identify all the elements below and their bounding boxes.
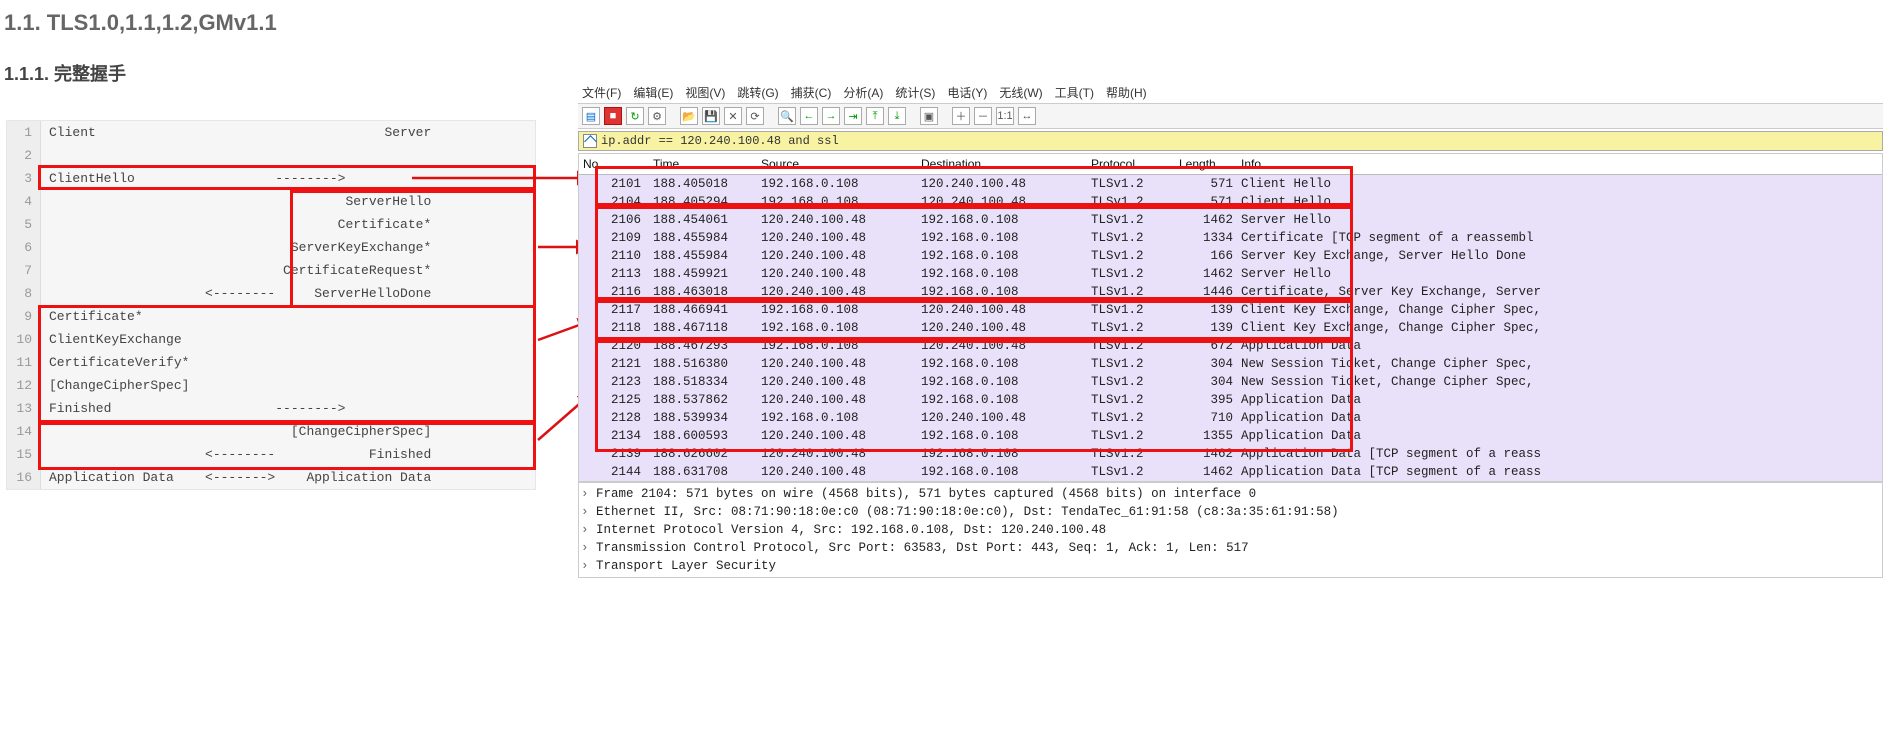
menu-item[interactable]: 视图(V) [685, 86, 725, 100]
toolbar-btn-first-icon[interactable]: ⤒ [866, 107, 884, 125]
code-line: 2 [7, 144, 535, 167]
detail-tree-row[interactable]: Transmission Control Protocol, Src Port:… [579, 539, 1882, 557]
display-filter-input[interactable]: ip.addr == 120.240.100.48 and ssl [601, 134, 839, 148]
code-line: 11CertificateVerify* [7, 351, 535, 374]
packet-row[interactable]: 2123188.518334120.240.100.48192.168.0.10… [579, 373, 1882, 391]
wireshark-menubar[interactable]: 文件(F) 编辑(E) 视图(V) 跳转(G) 捕获(C) 分析(A) 统计(S) 电话(Y)… [578, 82, 1883, 103]
handshake-code-block: 1Client Server23ClientHello -------->4 S… [6, 120, 536, 490]
packet-row[interactable]: 2134188.600593120.240.100.48192.168.0.10… [579, 427, 1882, 445]
code-line: 14 [ChangeCipherSpec] [7, 420, 535, 443]
packet-row[interactable]: 2139188.626602120.240.100.48192.168.0.10… [579, 445, 1882, 463]
code-line: 7 CertificateRequest* [7, 259, 535, 282]
toolbar-btn-fwd-icon[interactable]: → [822, 107, 840, 125]
toolbar-btn-open-icon[interactable]: 📂 [680, 107, 698, 125]
bookmark-icon[interactable] [583, 134, 597, 148]
detail-tree-row[interactable]: Ethernet II, Src: 08:71:90:18:0e:c0 (08:… [579, 503, 1882, 521]
code-line: 1Client Server [7, 121, 535, 144]
packet-row[interactable]: 2128188.539934192.168.0.108120.240.100.4… [579, 409, 1882, 427]
code-line: 12[ChangeCipherSpec] [7, 374, 535, 397]
heading-1: 1.1. TLS1.0,1.1,1.2,GMv1.1 [4, 10, 1890, 36]
packet-row[interactable]: 2113188.459921120.240.100.48192.168.0.10… [579, 265, 1882, 283]
code-line: 9Certificate* [7, 305, 535, 328]
menu-item[interactable]: 电话(Y) [947, 86, 987, 100]
code-line: 10ClientKeyExchange [7, 328, 535, 351]
code-line: 8 <-------- ServerHelloDone [7, 282, 535, 305]
toolbar-btn-list-icon[interactable]: ▤ [582, 107, 600, 125]
packet-row[interactable]: 2125188.537862120.240.100.48192.168.0.10… [579, 391, 1882, 409]
detail-tree-row[interactable]: Transport Layer Security [579, 557, 1882, 575]
menu-item[interactable]: 工具(T) [1055, 86, 1094, 100]
toolbar-btn-stop-icon[interactable]: ■ [604, 107, 622, 125]
code-line: 16Application Data <-------> Application… [7, 466, 535, 489]
toolbar-btn-zoomin-icon[interactable]: ＋ [952, 107, 970, 125]
detail-tree-row[interactable]: Internet Protocol Version 4, Src: 192.16… [579, 521, 1882, 539]
packet-row[interactable]: 2118188.467118192.168.0.108120.240.100.4… [579, 319, 1882, 337]
packet-row[interactable]: 2121188.516380120.240.100.48192.168.0.10… [579, 355, 1882, 373]
code-line: 4 ServerHello [7, 190, 535, 213]
display-filter-bar[interactable]: ip.addr == 120.240.100.48 and ssl [578, 131, 1883, 151]
packet-list-pane[interactable]: No. Time Source Destination Protocol Len… [578, 153, 1883, 482]
packet-row[interactable]: 2116188.463018120.240.100.48192.168.0.10… [579, 283, 1882, 301]
toolbar-btn-save-icon[interactable]: 💾 [702, 107, 720, 125]
packet-row[interactable]: 2120188.467293192.168.0.108120.240.100.4… [579, 337, 1882, 355]
menu-item[interactable]: 帮助(H) [1106, 86, 1147, 100]
menu-item[interactable]: 无线(W) [999, 86, 1042, 100]
menu-item[interactable]: 分析(A) [843, 86, 883, 100]
packet-row[interactable]: 2106188.454061120.240.100.48192.168.0.10… [579, 211, 1882, 229]
toolbar-btn-reload-icon[interactable]: ⟳ [746, 107, 764, 125]
menu-item[interactable]: 编辑(E) [633, 86, 673, 100]
toolbar-btn-zoomreset-icon[interactable]: 1:1 [996, 107, 1014, 125]
packet-row[interactable]: 2117188.466941192.168.0.108120.240.100.4… [579, 301, 1882, 319]
menu-item[interactable]: 文件(F) [582, 86, 621, 100]
menu-item[interactable]: 捕获(C) [791, 86, 832, 100]
toolbar-btn-find-icon[interactable]: 🔍 [778, 107, 796, 125]
code-line: 15 <-------- Finished [7, 443, 535, 466]
packet-row[interactable]: 2104188.405294192.168.0.108120.240.100.4… [579, 193, 1882, 211]
code-line: 13Finished --------> [7, 397, 535, 420]
toolbar-btn-zoomout-icon[interactable]: － [974, 107, 992, 125]
packet-details-pane[interactable]: Frame 2104: 571 bytes on wire (4568 bits… [578, 482, 1883, 578]
wireshark-window: 文件(F) 编辑(E) 视图(V) 跳转(G) 捕获(C) 分析(A) 统计(S) 电话(Y)… [578, 82, 1883, 578]
code-line: 5 Certificate* [7, 213, 535, 236]
packet-list-header: No. Time Source Destination Protocol Len… [579, 154, 1882, 175]
menu-item[interactable]: 跳转(G) [737, 86, 778, 100]
toolbar-btn-jump-icon[interactable]: ⇥ [844, 107, 862, 125]
toolbar-btn-options-icon[interactable]: ⚙ [648, 107, 666, 125]
toolbar-btn-resize-icon[interactable]: ↔ [1018, 107, 1036, 125]
toolbar-btn-close-icon[interactable]: ✕ [724, 107, 742, 125]
code-line: 3ClientHello --------> [7, 167, 535, 190]
menu-item[interactable]: 统计(S) [895, 86, 935, 100]
toolbar-btn-last-icon[interactable]: ⤓ [888, 107, 906, 125]
toolbar-btn-restart-icon[interactable]: ↻ [626, 107, 644, 125]
detail-tree-row[interactable]: Frame 2104: 571 bytes on wire (4568 bits… [579, 485, 1882, 503]
packet-row[interactable]: 2109188.455984120.240.100.48192.168.0.10… [579, 229, 1882, 247]
packet-row[interactable]: 2144188.631708120.240.100.48192.168.0.10… [579, 463, 1882, 481]
packet-row[interactable]: 2110188.455984120.240.100.48192.168.0.10… [579, 247, 1882, 265]
packet-row[interactable]: 2101188.405018192.168.0.108120.240.100.4… [579, 175, 1882, 193]
toolbar-btn-autoscroll-icon[interactable]: ▣ [920, 107, 938, 125]
toolbar-btn-back-icon[interactable]: ← [800, 107, 818, 125]
wireshark-toolbar[interactable]: ▤ ■ ↻ ⚙ 📂 💾 ✕ ⟳ 🔍 ← → ⇥ ⤒ ⤓ ▣ ＋ － 1:1 ↔ [578, 103, 1883, 129]
code-line: 6 ServerKeyExchange* [7, 236, 535, 259]
